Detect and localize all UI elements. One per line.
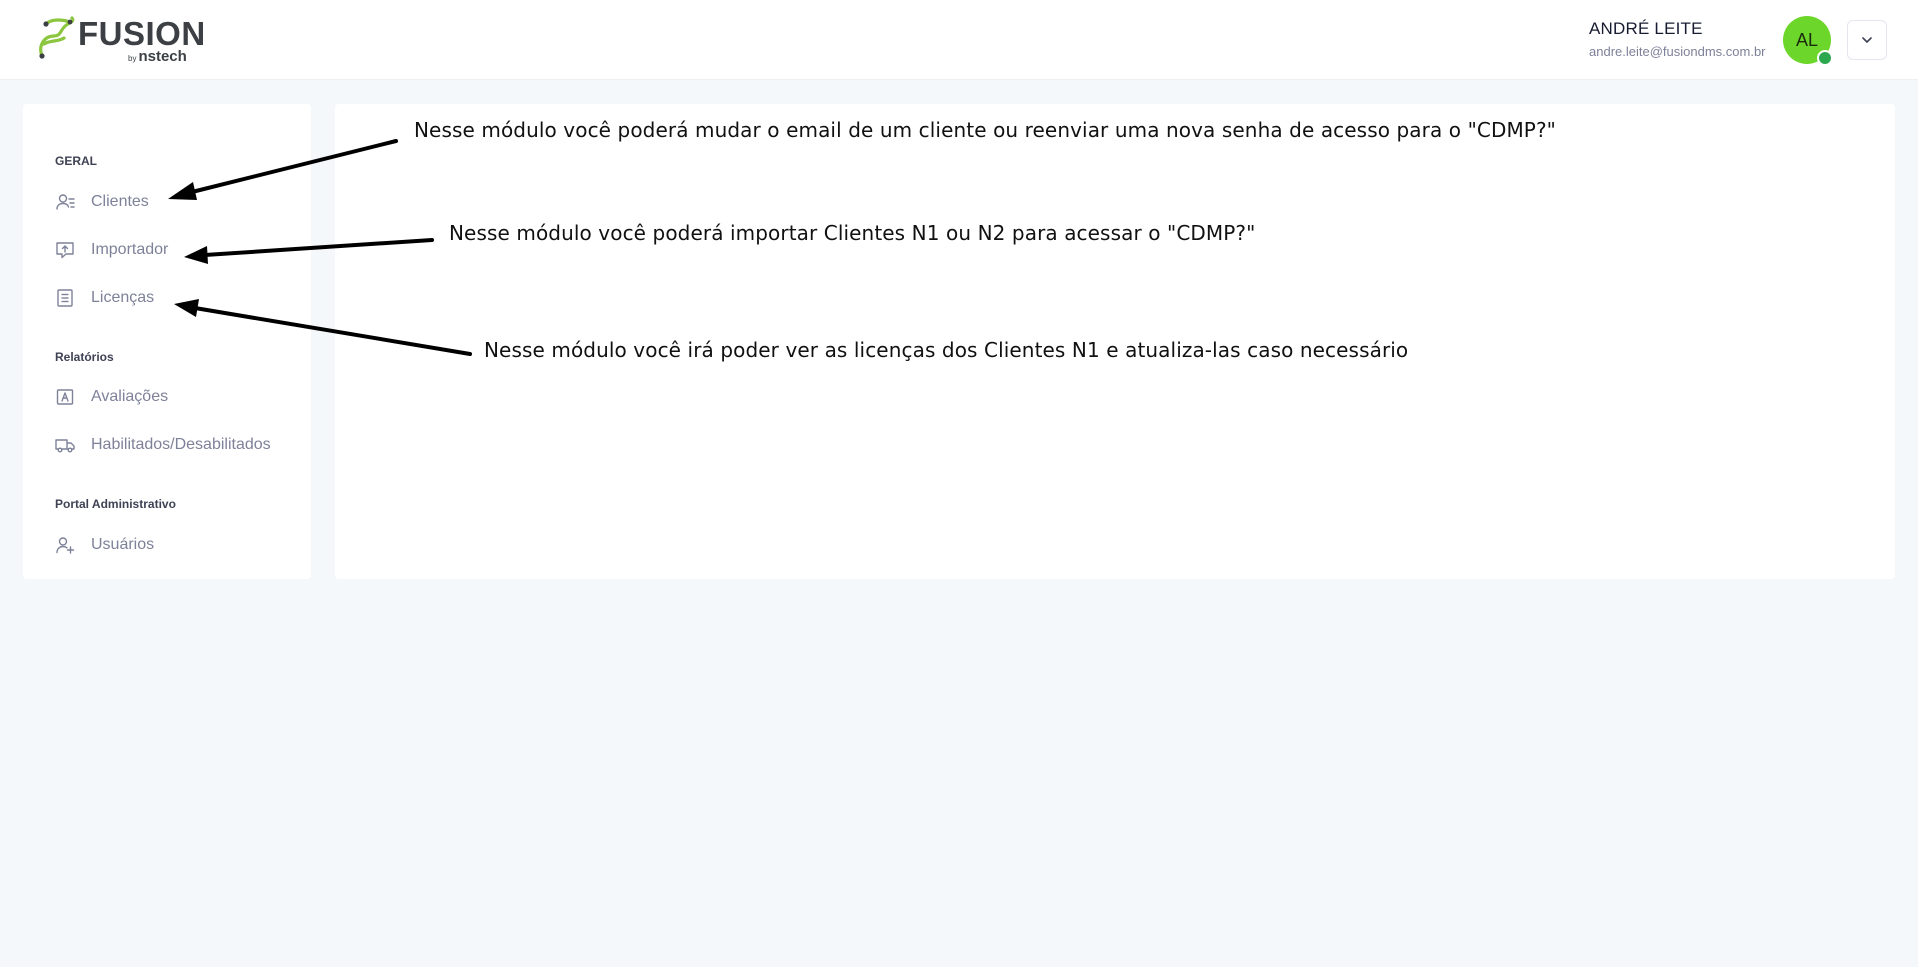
sidebar-item-label: Importador (91, 241, 169, 258)
logo-by: by (128, 54, 137, 63)
logo-byline: by nstech (128, 49, 187, 67)
sidebar-item-label: Clientes (91, 193, 149, 210)
sidebar-item-label: Habilitados/Desabilitados (91, 436, 271, 453)
user-name: ANDRÉ LEITE (1589, 19, 1703, 38)
annotation-importador: Nesse módulo você poderá importar Client… (449, 221, 1256, 245)
sidebar-item-label: Avaliações (91, 388, 169, 405)
logo-text: FUSION (78, 15, 206, 52)
sidebar-item-importador[interactable]: Importador (55, 235, 295, 265)
document-icon (57, 289, 73, 307)
rating-icon (56, 389, 74, 405)
sidebar-item-licencas[interactable]: Licenças (55, 283, 295, 313)
add-user-icon (56, 537, 75, 554)
logo-brand: nstech (138, 48, 187, 65)
sidebar-item-usuarios[interactable]: Usuários (55, 530, 295, 560)
annotation-licencas: Nesse módulo você irá poder ver as licen… (484, 338, 1409, 362)
chevron-down-icon (1862, 37, 1872, 43)
sidebar: GERAL Clientes Importador Licenças Relat… (23, 104, 311, 579)
section-title-geral: GERAL (55, 154, 97, 168)
annotation-clientes: Nesse módulo você poderá mudar o email d… (414, 118, 1556, 142)
section-title-portal-administrativo: Portal Administrativo (55, 497, 176, 511)
section-title-relatorios: Relatórios (55, 350, 114, 364)
fusion-logo-mark-icon (39, 16, 75, 59)
fusion-logo[interactable]: FUSION by nstech (36, 16, 205, 67)
user-menu-button[interactable] (1847, 20, 1887, 60)
sidebar-item-clientes[interactable]: Clientes (55, 187, 295, 217)
sidebar-item-habilitados[interactable]: Habilitados/Desabilitados (55, 430, 295, 460)
truck-icon (55, 439, 75, 453)
sidebar-item-avaliacoes[interactable]: Avaliações (55, 382, 295, 412)
sidebar-item-label: Licenças (91, 289, 155, 306)
clients-icon (56, 194, 75, 210)
top-header: FUSION by nstech ANDRÉ LEITE andre.leite@… (0, 0, 1918, 80)
online-status-indicator (1817, 50, 1833, 66)
upload-icon (56, 242, 74, 259)
user-email: andre.leite@fusiondms.com.br (1589, 44, 1766, 59)
sidebar-item-label: Usuários (91, 536, 155, 553)
